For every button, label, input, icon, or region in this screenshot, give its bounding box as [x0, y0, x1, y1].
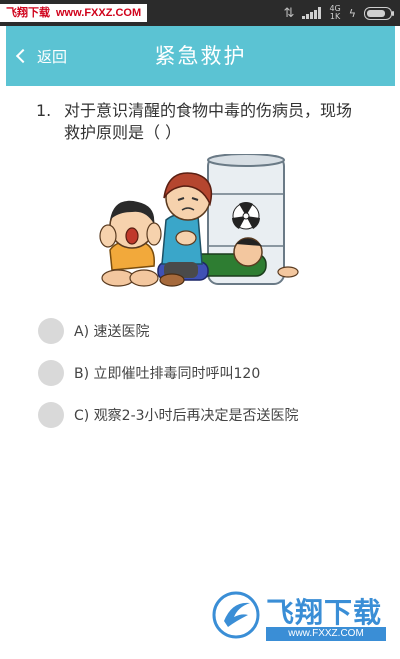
- app-header: 返回 紧急救护: [6, 26, 395, 86]
- watermark-brand: 飞翔下载: [266, 596, 383, 629]
- network-speed: 1K: [329, 12, 341, 21]
- watermark-bottom: 飞翔下载 www.FXXZ.COM: [208, 589, 388, 645]
- option-label: B) 立即催吐排毒同时呼叫120: [74, 366, 261, 382]
- signal-icon: [302, 7, 322, 19]
- page-title: 紧急救护: [154, 44, 247, 68]
- boy-screaming: [99, 200, 162, 287]
- charging-icon: ϟ: [348, 6, 356, 20]
- question-text: 对于意识清醒的食物中毒的伤病员，现场救护原则是（ ）: [64, 101, 353, 142]
- watermark-url: www.FXXZ.COM: [266, 627, 386, 641]
- option-label: C) 观察2-3小时后再决定是否送医院: [74, 408, 299, 424]
- answer-options: A) 速送医院 B) 立即催吐排毒同时呼叫120 C) 观察2-3小时后再决定是…: [38, 310, 368, 436]
- option-b[interactable]: B) 立即催吐排毒同时呼叫120: [38, 352, 368, 394]
- battery-icon: [364, 6, 394, 20]
- radio-button[interactable]: [38, 402, 64, 428]
- status-bar: 飞翔下载 www.FXXZ.COM ⇅ 4G 1K ϟ: [0, 0, 400, 26]
- watermark-top-name: 飞翔下载: [6, 7, 50, 19]
- question-number: 1.: [36, 101, 52, 120]
- question: 1. 对于意识清醒的食物中毒的伤病员，现场救护原则是（ ）: [32, 100, 362, 144]
- option-a[interactable]: A) 速送医院: [38, 310, 368, 352]
- watermark-top: 飞翔下载 www.FXXZ.COM: [0, 4, 148, 22]
- option-c[interactable]: C) 观察2-3小时后再决定是否送医院: [38, 394, 368, 436]
- watermark-top-url: www.FXXZ.COM: [56, 7, 142, 19]
- illustration-food-poisoning: [99, 154, 299, 287]
- radio-button[interactable]: [38, 360, 64, 386]
- battery-fill: [367, 9, 385, 17]
- option-label: A) 速送医院: [74, 324, 150, 340]
- radio-button[interactable]: [38, 318, 64, 344]
- watermark-logo-icon: [212, 591, 260, 639]
- screen-rotation-icon: ⇅: [283, 5, 295, 21]
- status-icons: ⇅ 4G 1K ϟ: [283, 0, 394, 26]
- network-indicator: 4G 1K: [329, 5, 340, 21]
